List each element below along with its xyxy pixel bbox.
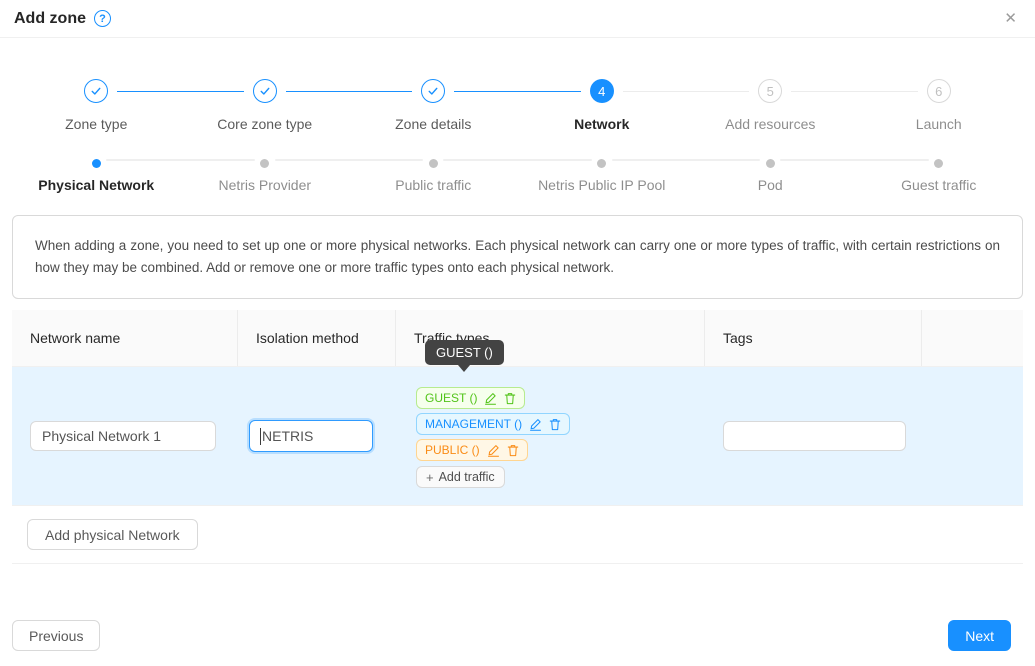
edit-pencil-icon[interactable]	[487, 444, 500, 457]
wizard-steps: Zone type Core zone type Zone details 4	[12, 79, 1023, 132]
check-icon	[421, 79, 445, 103]
step-dot	[934, 159, 943, 168]
step-core-zone-type: Core zone type	[181, 79, 350, 132]
isolation-method-input[interactable]	[249, 420, 373, 452]
next-button[interactable]: Next	[948, 620, 1011, 651]
substep-physical-network: Physical Network	[12, 155, 181, 193]
substep-public-traffic: Public traffic	[349, 155, 518, 193]
substep-label: Pod	[686, 177, 855, 193]
column-header-empty	[922, 310, 1023, 366]
table-footer: Add physical Network	[12, 506, 1023, 564]
traffic-tag-label: MANAGEMENT ()	[425, 417, 522, 431]
help-icon[interactable]: ?	[94, 10, 111, 27]
add-traffic-label: Add traffic	[439, 470, 495, 484]
add-traffic-button[interactable]: + Add traffic	[416, 466, 505, 488]
step-number: 4	[590, 79, 614, 103]
network-name-input[interactable]	[30, 421, 216, 451]
substep-label: Netris Provider	[181, 177, 350, 193]
step-label: Add resources	[686, 116, 855, 132]
step-zone-type: Zone type	[12, 79, 181, 132]
step-dot	[260, 159, 269, 168]
close-icon[interactable]: ✕	[1004, 11, 1017, 26]
physical-networks-table: GUEST () Network name Isolation method T…	[12, 310, 1023, 564]
step-launch: 6 Launch	[855, 79, 1024, 132]
step-dot	[597, 159, 606, 168]
step-dot	[766, 159, 775, 168]
step-zone-details: Zone details	[349, 79, 518, 132]
substep-netris-provider: Netris Provider	[181, 155, 350, 193]
column-header-network-name: Network name	[12, 310, 238, 366]
step-label: Zone details	[349, 116, 518, 132]
step-label: Core zone type	[181, 116, 350, 132]
substep-label: Physical Network	[12, 177, 181, 193]
traffic-types-cell: GUEST () MANAGEMENT () PUBLIC ()	[396, 367, 705, 505]
step-network: 4 Network	[518, 79, 687, 132]
step-number: 6	[927, 79, 951, 103]
edit-pencil-icon[interactable]	[484, 392, 497, 405]
wizard-footer: Previous Next	[0, 620, 1035, 651]
trash-icon[interactable]	[507, 444, 519, 457]
substep-label: Public traffic	[349, 177, 518, 193]
traffic-tag-label: GUEST ()	[425, 391, 477, 405]
substep-label: Guest traffic	[855, 177, 1024, 193]
network-sub-steps: Physical Network Netris Provider Public …	[12, 155, 1023, 193]
table-header-row: Network name Isolation method Traffic ty…	[12, 310, 1023, 367]
guest-traffic-tooltip: GUEST ()	[425, 340, 504, 365]
column-header-isolation-method: Isolation method	[238, 310, 396, 366]
column-header-tags: Tags	[705, 310, 922, 366]
substep-label: Netris Public IP Pool	[518, 177, 687, 193]
page-title: Add zone	[14, 10, 86, 28]
row-empty-cell	[922, 367, 1023, 505]
traffic-tag-management: MANAGEMENT ()	[416, 413, 570, 435]
trash-icon[interactable]	[549, 418, 561, 431]
substep-guest-traffic: Guest traffic	[855, 155, 1024, 193]
traffic-tag-label: PUBLIC ()	[425, 443, 480, 457]
previous-button[interactable]: Previous	[12, 620, 100, 651]
text-caret	[260, 428, 261, 445]
step-dot	[429, 159, 438, 168]
modal-header: Add zone ? ✕	[0, 0, 1035, 38]
trash-icon[interactable]	[504, 392, 516, 405]
substep-netris-public-ip-pool: Netris Public IP Pool	[518, 155, 687, 193]
check-icon	[84, 79, 108, 103]
info-message: When adding a zone, you need to set up o…	[12, 215, 1023, 299]
step-dot	[92, 159, 101, 168]
step-label: Network	[518, 116, 687, 132]
add-physical-network-button[interactable]: Add physical Network	[27, 519, 198, 550]
step-label: Launch	[855, 116, 1024, 132]
edit-pencil-icon[interactable]	[529, 418, 542, 431]
step-label: Zone type	[12, 116, 181, 132]
substep-pod: Pod	[686, 155, 855, 193]
tags-input[interactable]	[723, 421, 906, 451]
plus-icon: +	[426, 470, 434, 485]
step-number: 5	[758, 79, 782, 103]
step-add-resources: 5 Add resources	[686, 79, 855, 132]
check-icon	[253, 79, 277, 103]
traffic-tag-public: PUBLIC ()	[416, 439, 528, 461]
traffic-tag-guest: GUEST ()	[416, 387, 525, 409]
table-row: GUEST () MANAGEMENT () PUBLIC ()	[12, 367, 1023, 506]
